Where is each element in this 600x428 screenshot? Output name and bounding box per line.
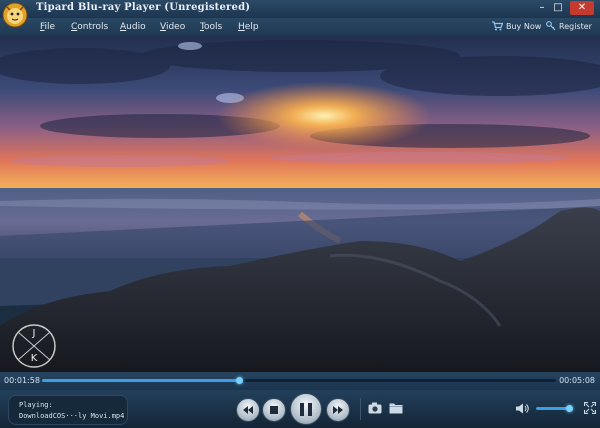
menu-audio[interactable]: Audio bbox=[120, 22, 146, 32]
control-bar: Playing: DownloadCOS···ly Movi.mp4 bbox=[0, 390, 600, 428]
menu-file[interactable]: File bbox=[40, 22, 55, 32]
seek-handle[interactable] bbox=[235, 377, 243, 384]
menu-controls[interactable]: Controls bbox=[71, 22, 108, 32]
cart-icon bbox=[492, 21, 503, 31]
volume-level bbox=[536, 407, 571, 410]
stop-button[interactable] bbox=[262, 398, 286, 422]
now-playing-label: Playing: bbox=[19, 401, 53, 409]
menu-bar: File Controls Audio Video Tools Help Buy… bbox=[0, 18, 600, 36]
buy-now-label: Buy Now bbox=[506, 21, 542, 31]
title-bar: Tipard Blu-ray Player (Unregistered) – □… bbox=[0, 0, 600, 18]
seek-bar-area: 00:01:58 00:05:08 bbox=[0, 372, 600, 390]
separator bbox=[360, 398, 361, 420]
now-playing-file: DownloadCOS···ly Movi.mp4 bbox=[19, 412, 125, 420]
window-title: Tipard Blu-ray Player (Unregistered) bbox=[36, 2, 251, 13]
menu-help[interactable]: Help bbox=[238, 22, 259, 32]
previous-button[interactable] bbox=[236, 398, 260, 422]
volume-handle[interactable] bbox=[566, 405, 574, 412]
previous-icon bbox=[243, 406, 253, 414]
stop-icon bbox=[270, 406, 278, 414]
current-time: 00:01:58 bbox=[4, 376, 40, 385]
next-icon bbox=[333, 406, 343, 414]
watermark-letter-k: K bbox=[31, 353, 38, 364]
minimize-button[interactable]: – bbox=[534, 1, 550, 15]
key-icon bbox=[546, 21, 556, 31]
volume-slider[interactable] bbox=[536, 405, 574, 412]
close-button[interactable]: ✕ bbox=[570, 1, 594, 15]
seek-progress bbox=[42, 379, 239, 382]
maximize-button[interactable]: □ bbox=[550, 1, 566, 15]
total-time: 00:05:08 bbox=[559, 376, 595, 385]
speaker-icon[interactable] bbox=[516, 403, 530, 414]
now-playing-panel: Playing: DownloadCOS···ly Movi.mp4 bbox=[8, 395, 128, 425]
fullscreen-icon[interactable] bbox=[584, 402, 596, 414]
video-frame[interactable]: J K bbox=[0, 36, 600, 372]
menu-tools[interactable]: Tools bbox=[200, 22, 222, 32]
register-label: Register bbox=[559, 21, 592, 31]
menu-video[interactable]: Video bbox=[160, 22, 185, 32]
next-button[interactable] bbox=[326, 398, 350, 422]
seek-slider[interactable] bbox=[42, 377, 556, 384]
pause-button[interactable] bbox=[290, 393, 322, 425]
watermark-letter-j: J bbox=[32, 328, 36, 339]
camera-icon[interactable] bbox=[368, 402, 382, 414]
register-link[interactable]: Register bbox=[546, 21, 592, 31]
app-logo-icon bbox=[2, 2, 28, 28]
buy-now-link[interactable]: Buy Now bbox=[492, 21, 541, 31]
pause-icon bbox=[300, 402, 312, 416]
folder-icon[interactable] bbox=[389, 402, 403, 414]
